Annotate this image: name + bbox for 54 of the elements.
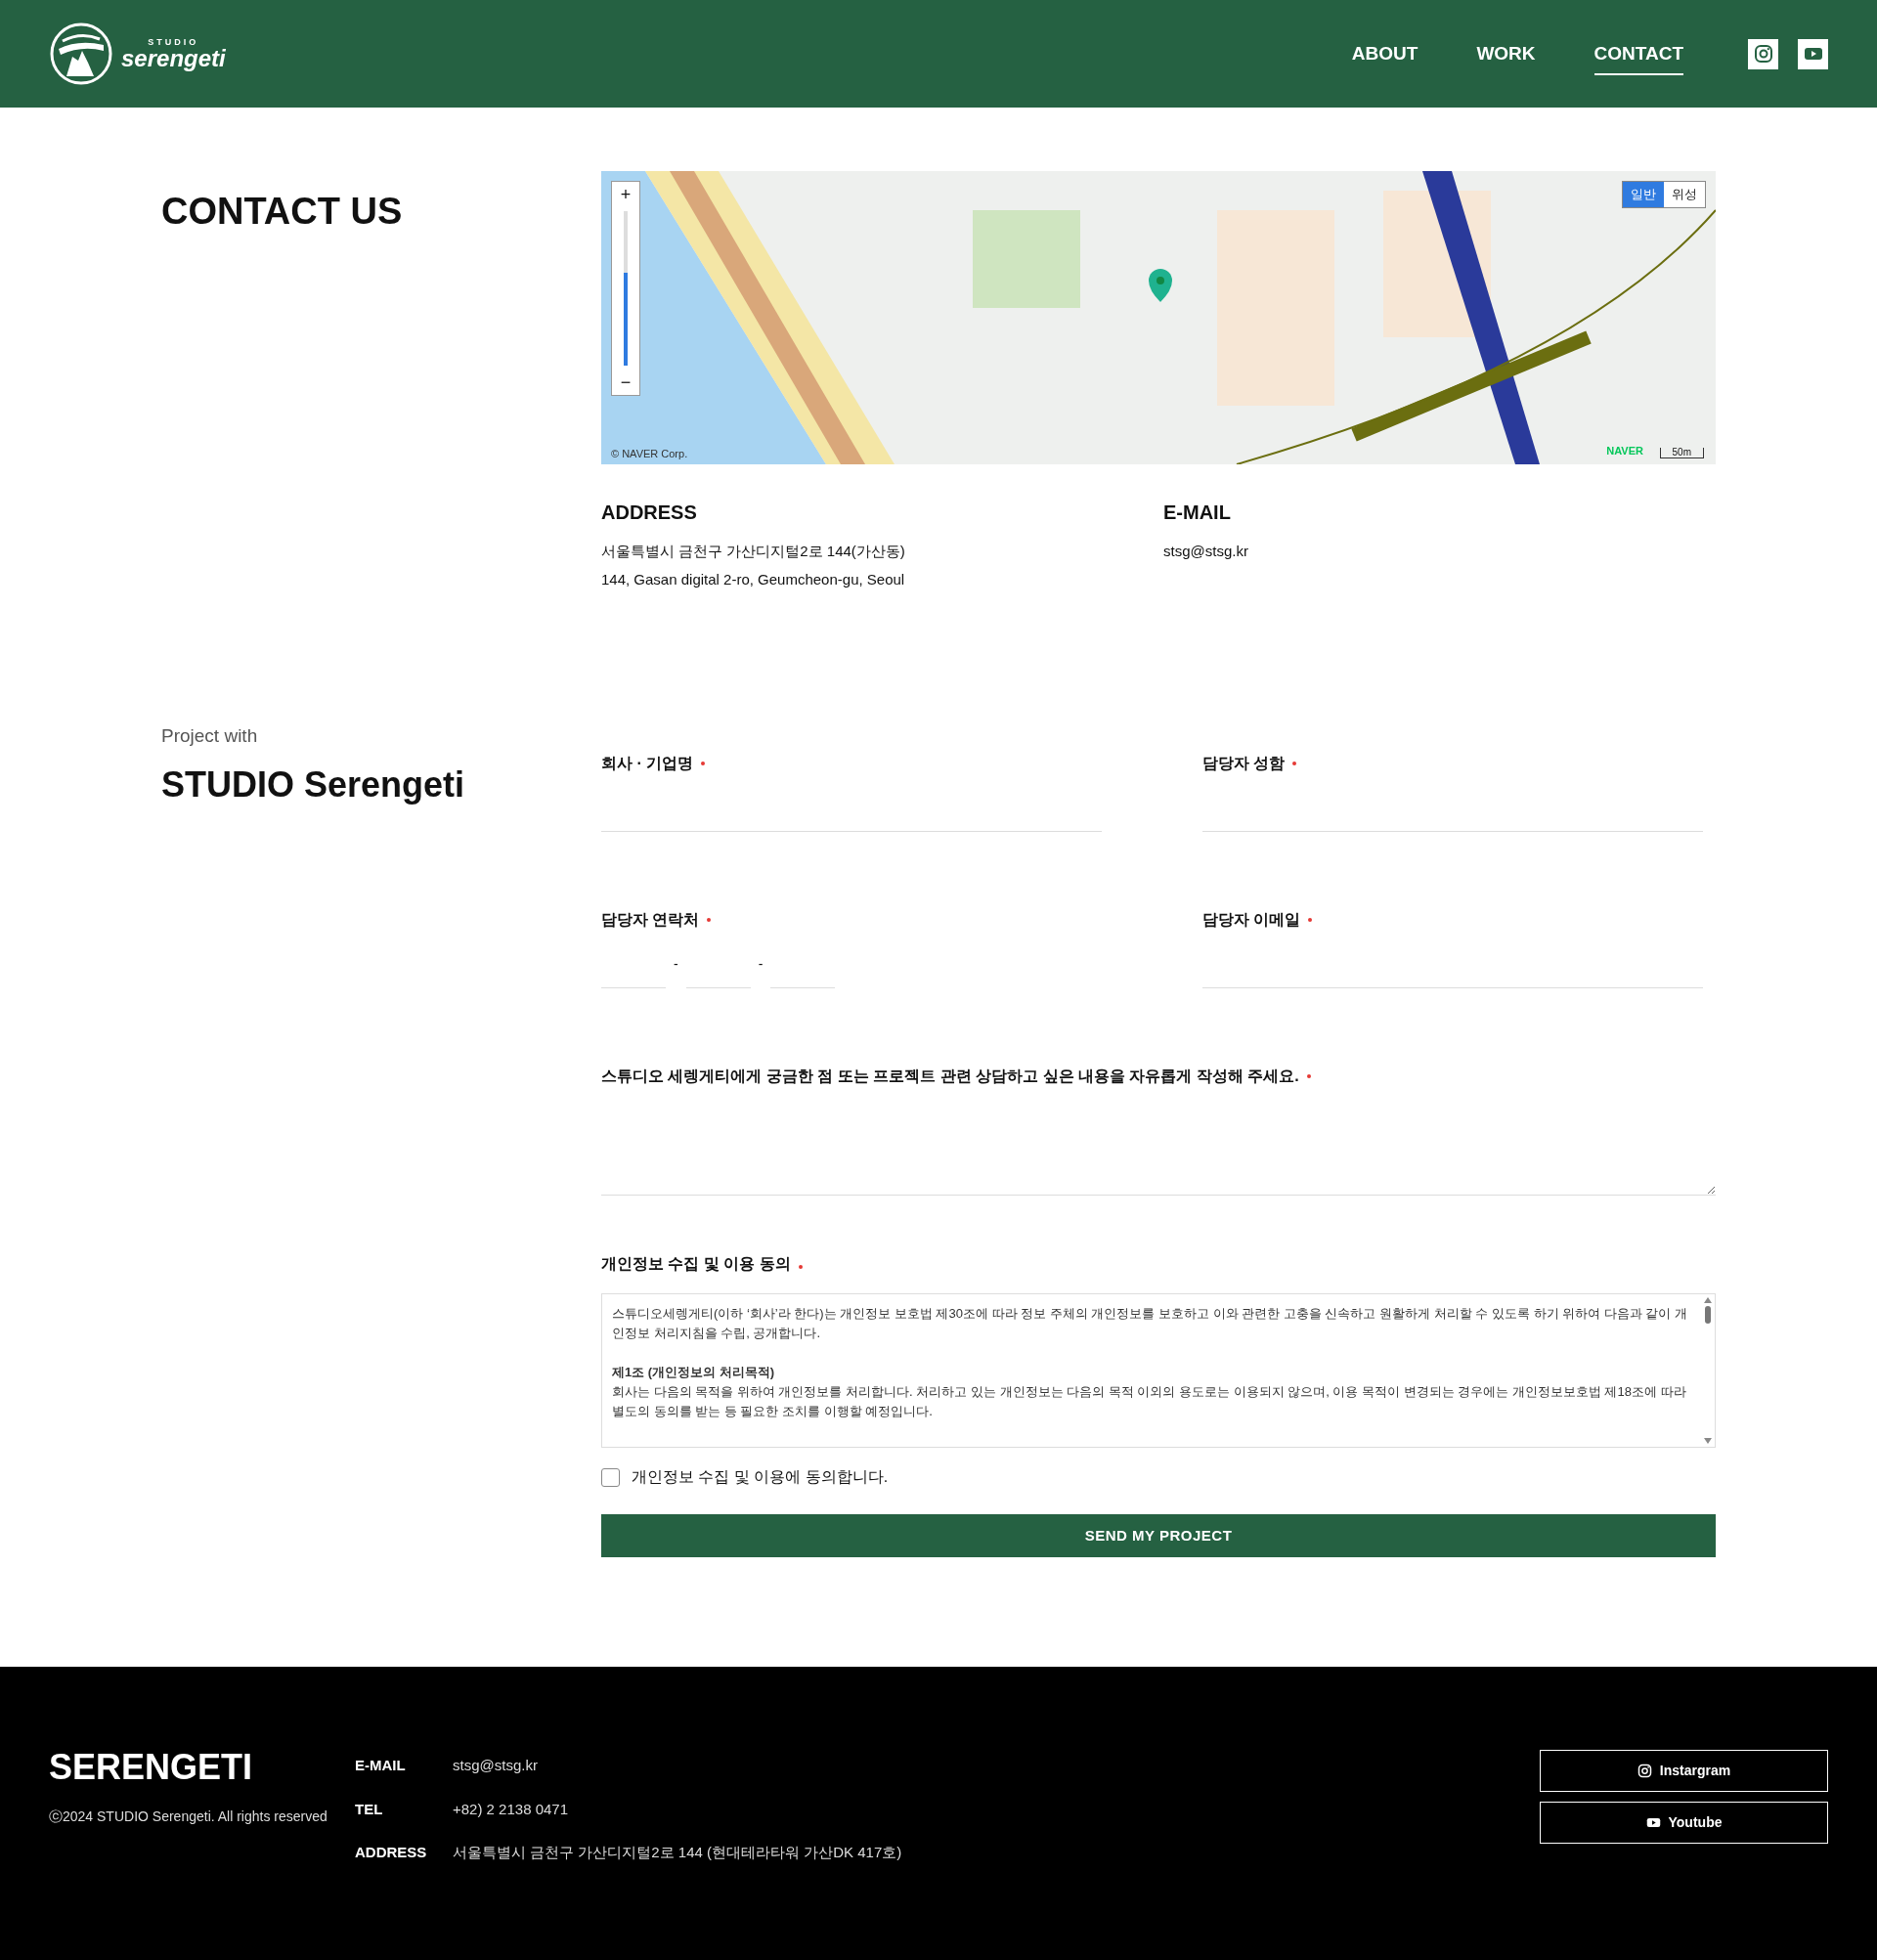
zoom-in-button[interactable]: + bbox=[612, 182, 639, 207]
youtube-link[interactable] bbox=[1798, 38, 1828, 69]
map-brand-logo: NAVER bbox=[1606, 443, 1643, 458]
field-label: 개인정보 수집 및 이용 동의 bbox=[601, 1254, 791, 1274]
address-line: 144, Gasan digital 2-ro, Geumcheon-gu, Seoul bbox=[601, 569, 906, 589]
field-label: 회사 · 기업명 bbox=[601, 754, 694, 773]
agree-label: 개인정보 수집 및 이용에 동의합니다. bbox=[632, 1467, 889, 1487]
scrollbar-thumb[interactable] bbox=[1705, 1306, 1711, 1324]
youtube-link[interactable]: Youtube bbox=[1540, 1802, 1828, 1844]
zoom-out-button[interactable]: − bbox=[612, 370, 639, 395]
logo-small-text: STUDIO bbox=[148, 37, 199, 47]
logo-wordmark: serengeti bbox=[121, 46, 226, 70]
nav-link[interactable]: WORK bbox=[1476, 39, 1536, 76]
policy-text: 스튜디오세렝게티(이하 ‘회사’라 한다)는 개인정보 보호법 제30조에 따라 정보 주체의 개인정보를 보호하고 이와 관련한 고충을 신속하고 원활하게 처리할 수 있도록 하기 위하여 다음과 같이 개인정보 처리지침을 수립, 공개합니다. bbox=[612, 1305, 1688, 1342]
nav-link[interactable]: ABOUT bbox=[1351, 39, 1419, 76]
policy-heading: 제1조 (개인정보의 처리목적) bbox=[612, 1364, 776, 1381]
footer-label: E-MAIL bbox=[355, 1756, 407, 1775]
privacy-policy-box[interactable] bbox=[601, 1293, 1716, 1448]
field-label: 스튜디오 세렝게티에게 궁금한 점 또는 프로젝트 관련 상담하고 싶은 내용을 자유롭게 작성해 주세요. bbox=[601, 1067, 1299, 1086]
scroll-up-arrow-icon[interactable] bbox=[1704, 1297, 1712, 1303]
policy-text: 회사는 다음의 목적을 위하여 개인정보를 처리합니다. 처리하고 있는 개인정보는 다음의 목적 이외의 용도로는 이용되지 않으며, 이용 목적이 변경되는 경우에는 개인정보보호법 제18조에 따라 별도의 동의를 받는 등 필요한 조치를 이행할 예정입니다. bbox=[612, 1383, 1687, 1420]
footer-value: 서울특별시 금천구 가산디지털2로 144 (현대테라타워 가산DK 417호) bbox=[453, 1843, 902, 1862]
footer-label: ADDRESS bbox=[355, 1843, 428, 1862]
footer-label: TEL bbox=[355, 1799, 384, 1819]
section-title: STUDIO Serengeti bbox=[161, 762, 466, 806]
phone-separator: - bbox=[758, 955, 764, 974]
field-label: 담당자 이메일 bbox=[1202, 910, 1301, 930]
email-heading: E-MAIL bbox=[1163, 501, 1232, 525]
copyright: ⓒ2024 STUDIO Serengeti. All rights reserved bbox=[49, 1808, 328, 1826]
agree-checkbox[interactable] bbox=[601, 1467, 620, 1487]
footer-brand: SERENGETI bbox=[49, 1750, 254, 1785]
footer-value: stsg@stsg.kr bbox=[453, 1756, 538, 1775]
logo-emblem-icon bbox=[49, 22, 113, 86]
instagram-icon bbox=[1637, 1764, 1652, 1778]
instagram-link[interactable] bbox=[1748, 38, 1778, 69]
map-attribution: © NAVER Corp. bbox=[611, 446, 688, 461]
address-line: 서울특별시 금천구 가산디지털2로 144(가산동) bbox=[601, 542, 906, 561]
nav-link[interactable]: CONTACT bbox=[1593, 39, 1683, 76]
field-label: 담당자 연락처 bbox=[601, 910, 700, 930]
footer-value: +82) 2 2138 0471 bbox=[453, 1799, 569, 1819]
scroll-down-arrow-icon[interactable] bbox=[1704, 1438, 1712, 1444]
instagram-link[interactable]: Instargram bbox=[1540, 1750, 1828, 1792]
map-type-toggle[interactable]: 일반 bbox=[1623, 182, 1664, 207]
address-heading: ADDRESS bbox=[601, 501, 698, 525]
section-kicker: Project with bbox=[161, 724, 259, 748]
map-scale: 50m bbox=[1659, 448, 1704, 458]
page-title: CONTACT US bbox=[161, 190, 404, 230]
submit-button[interactable]: SEND MY PROJECT bbox=[601, 1514, 1716, 1557]
play-button-icon bbox=[1645, 1815, 1661, 1830]
instagram-icon bbox=[1753, 44, 1773, 64]
field-label: 담당자 성함 bbox=[1202, 754, 1286, 773]
email-address: stsg@stsg.kr bbox=[1163, 542, 1248, 561]
phone-separator: - bbox=[674, 955, 678, 974]
zoom-slider[interactable] bbox=[624, 211, 628, 366]
